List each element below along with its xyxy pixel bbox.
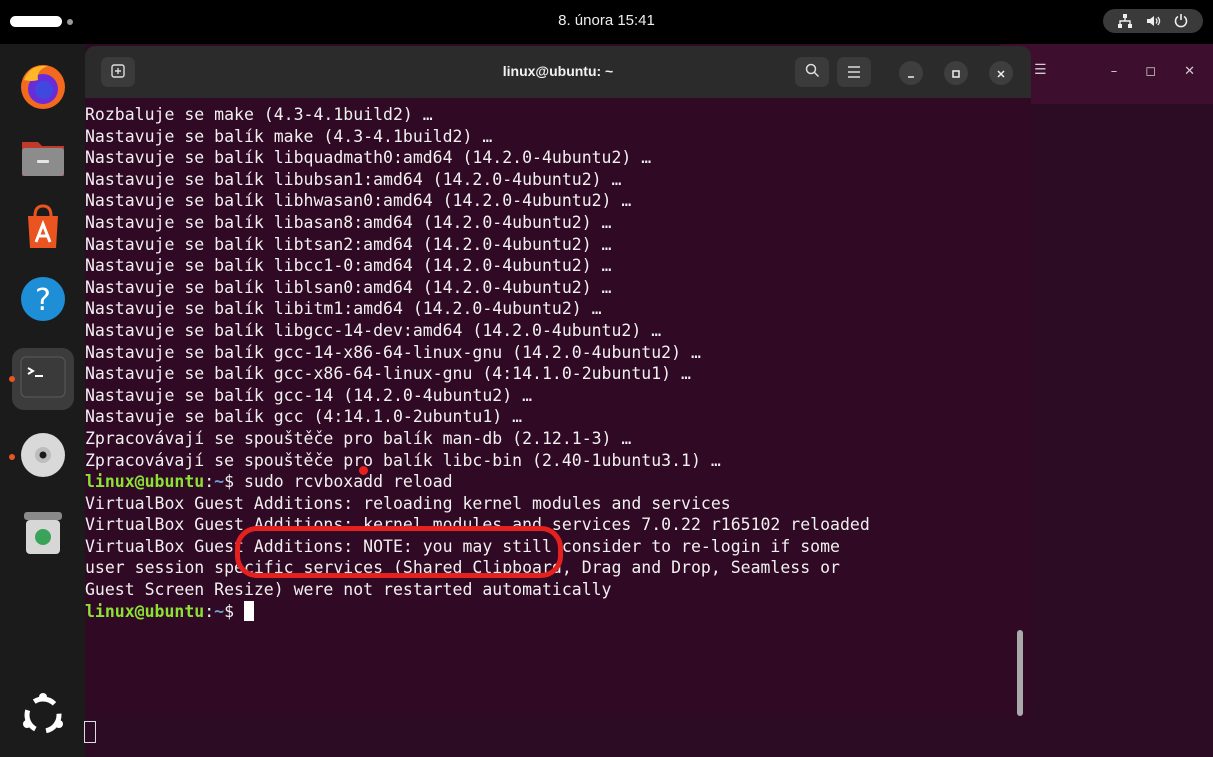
running-indicator (9, 376, 15, 382)
output-line: Nastavuje se balík libquadmath0:amd64 (1… (85, 148, 652, 168)
clock[interactable]: 8. února 15:41 (0, 12, 1213, 29)
output-line: Nastavuje se balík libgcc-14-dev:amd64 (… (85, 320, 662, 340)
prompt-dollar: $ (224, 472, 244, 492)
text-cursor (243, 600, 254, 621)
top-bar: 8. února 15:41 (0, 0, 1213, 44)
output-line: Rozbaluje se make (4.3-4.1build2) … (85, 105, 433, 124)
output-line: Zpracovávají se spouštěče pro balík man-… (85, 428, 632, 448)
svg-text:?: ? (35, 283, 51, 318)
system-tray[interactable] (1103, 9, 1203, 33)
output-line: Nastavuje se balík gcc-x86-64-linux-gnu … (85, 364, 691, 384)
close-icon[interactable]: ✕ (1184, 64, 1195, 79)
hamburger-menu-icon (847, 63, 861, 82)
output-line: Nastavuje se balík libtsan2:amd64 (14.2.… (85, 234, 612, 254)
terminal-icon (20, 356, 66, 402)
show-apps-button[interactable] (12, 686, 74, 748)
current-prompt-line[interactable]: linux@ubuntu:~$ (85, 600, 1031, 623)
minimize-button[interactable] (899, 61, 923, 85)
minimize-icon[interactable]: – (1111, 64, 1118, 79)
prompt-user: linux@ubuntu (85, 601, 205, 621)
background-window: ☰ – ◻ ✕ (1000, 44, 1213, 104)
app-center-icon (18, 202, 68, 256)
output-line: Nastavuje se balík libcc1-0:amd64 (14.2.… (85, 256, 612, 276)
search-icon (805, 63, 820, 82)
firefox-icon (18, 62, 68, 116)
output-line: Nastavuje se balík liblsan0:amd64 (14.2.… (85, 277, 612, 297)
maximize-icon[interactable]: ◻ (1145, 64, 1156, 79)
terminal-titlebar[interactable]: linux@ubuntu: ~ (85, 46, 1031, 98)
prompt-dollar: $ (224, 601, 244, 621)
maximize-button[interactable] (944, 61, 968, 85)
minimize-icon (906, 64, 916, 83)
annotation-highlight (235, 526, 563, 578)
output-line: Nastavuje se balík gcc-14-x86-64-linux-g… (85, 342, 701, 362)
command-text: sudo rcvboxadd reload (243, 472, 453, 492)
dock: ? (0, 44, 85, 757)
close-icon (996, 64, 1006, 83)
text-cursor-outline (84, 721, 96, 743)
dock-item-terminal[interactable] (9, 348, 74, 410)
running-indicator (9, 454, 15, 460)
window-title: linux@ubuntu: ~ (502, 63, 614, 79)
output-line: Nastavuje se balík libubsan1:amd64 (14.2… (85, 169, 622, 189)
ubuntu-logo-icon (20, 692, 66, 742)
dock-item-help[interactable]: ? (12, 270, 74, 332)
prompt-separator: : (204, 472, 215, 492)
prompt-user: linux@ubuntu (85, 472, 205, 492)
output-line: VirtualBox Guest Additions: reloading ke… (85, 493, 731, 513)
dock-item-disc[interactable] (9, 426, 74, 488)
command-line: linux@ubuntu:~$ sudo rcvboxadd reload (85, 471, 1031, 493)
disc-icon (18, 430, 68, 484)
prompt-separator: : (204, 601, 215, 621)
output-line: Nastavuje se balík gcc-14 (14.2.0-4ubunt… (85, 385, 533, 405)
search-button[interactable] (795, 57, 829, 87)
terminal-window: linux@ubuntu: ~ Rozbaluje se make (4.3-4… (85, 46, 1031, 718)
menu-icon[interactable]: ☰ (1034, 62, 1047, 78)
output-line: Nastavuje se balík libasan8:amd64 (14.2.… (85, 212, 612, 232)
terminal-output[interactable]: Rozbaluje se make (4.3-4.1build2) … Nast… (85, 98, 1031, 718)
output-line: Guest Screen Resize) were not restarted … (85, 580, 612, 600)
close-button[interactable] (989, 61, 1013, 85)
output-line: Nastavuje se balík make (4.3-4.1build2) … (85, 126, 493, 146)
power-icon (1173, 13, 1189, 29)
output-line: Zpracovávají se spouštěče pro balík libc… (85, 450, 721, 470)
prompt-path: ~ (214, 472, 225, 492)
trash-icon (20, 508, 66, 562)
clock-label[interactable]: 8. února 15:41 (558, 12, 655, 29)
dock-item-files[interactable] (12, 128, 74, 190)
files-icon (18, 132, 68, 186)
output-line: Nastavuje se balík libhwasan0:amd64 (14.… (85, 191, 632, 211)
prompt-path: ~ (214, 601, 225, 621)
dock-item-app-center[interactable] (12, 198, 74, 260)
maximize-icon (951, 64, 961, 83)
output-line: Nastavuje se balík libitm1:amd64 (14.2.0… (85, 299, 602, 319)
annotation-dot (359, 466, 368, 475)
help-icon: ? (18, 274, 68, 328)
network-icon (1117, 13, 1133, 29)
volume-icon (1145, 13, 1161, 29)
scrollbar[interactable] (1017, 630, 1023, 716)
dock-item-trash[interactable] (12, 504, 74, 566)
output-line: VirtualBox Guest Additions: kernel modul… (85, 515, 870, 535)
output-line: Nastavuje se balík gcc (4:14.1.0-2ubuntu… (85, 407, 523, 427)
dock-item-firefox[interactable] (12, 58, 74, 120)
menu-button[interactable] (837, 57, 871, 87)
